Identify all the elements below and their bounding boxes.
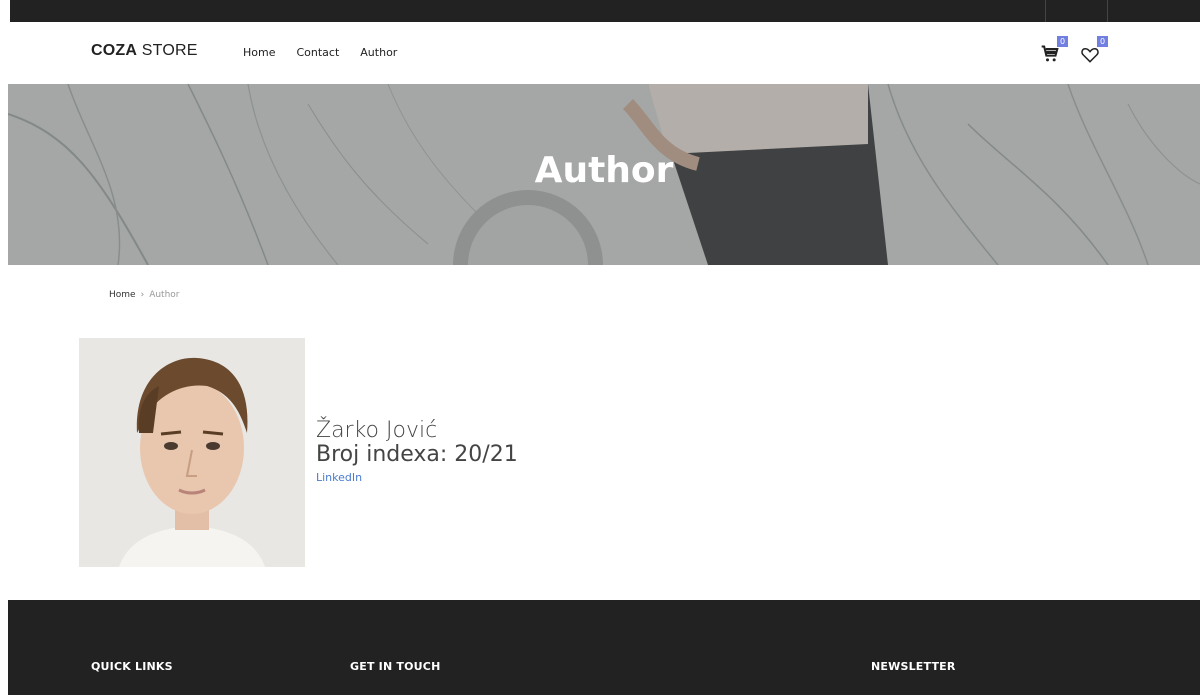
chevron-right-icon: › [140, 290, 145, 300]
cart-button[interactable]: 0 [1040, 36, 1068, 66]
site-footer: QUICK LINKS GET IN TOUCH NEWSLETTER [8, 600, 1200, 695]
heart-icon [1081, 47, 1099, 63]
footer-quick-links-heading: QUICK LINKS [91, 660, 173, 673]
logo-bold: COZA [91, 42, 138, 59]
nav-home[interactable]: Home [243, 46, 275, 59]
author-name: Žarko Jović [316, 418, 438, 443]
top-bar-divider [1045, 0, 1046, 22]
top-bar-divider [1107, 0, 1108, 22]
breadcrumb-current: Author [149, 290, 180, 300]
footer-get-in-touch-heading: GET IN TOUCH [350, 660, 441, 673]
author-photo [79, 338, 305, 567]
page-banner: Author [8, 84, 1200, 265]
wishlist-count-badge: 0 [1097, 36, 1108, 47]
main-nav: Home Contact Author [243, 46, 397, 59]
author-portrait-image [79, 338, 305, 567]
wishlist-button[interactable]: 0 [1080, 36, 1108, 66]
shopping-cart-icon [1041, 45, 1059, 62]
author-index-number: Broj indexa: 20/21 [316, 442, 518, 467]
nav-contact[interactable]: Contact [296, 46, 339, 59]
breadcrumb-home[interactable]: Home [109, 290, 136, 300]
top-bar [10, 0, 1200, 22]
site-logo[interactable]: COZA STORE [91, 42, 198, 60]
logo-light: STORE [141, 42, 198, 59]
nav-author[interactable]: Author [360, 46, 397, 59]
footer-newsletter-heading: NEWSLETTER [871, 660, 956, 673]
cart-count-badge: 0 [1057, 36, 1068, 47]
breadcrumb: Home › Author [109, 290, 180, 300]
linkedin-link[interactable]: LinkedIn [316, 471, 362, 484]
banner-title: Author [534, 150, 674, 191]
site-header: COZA STORE Home Contact Author 0 0 [0, 22, 1200, 84]
